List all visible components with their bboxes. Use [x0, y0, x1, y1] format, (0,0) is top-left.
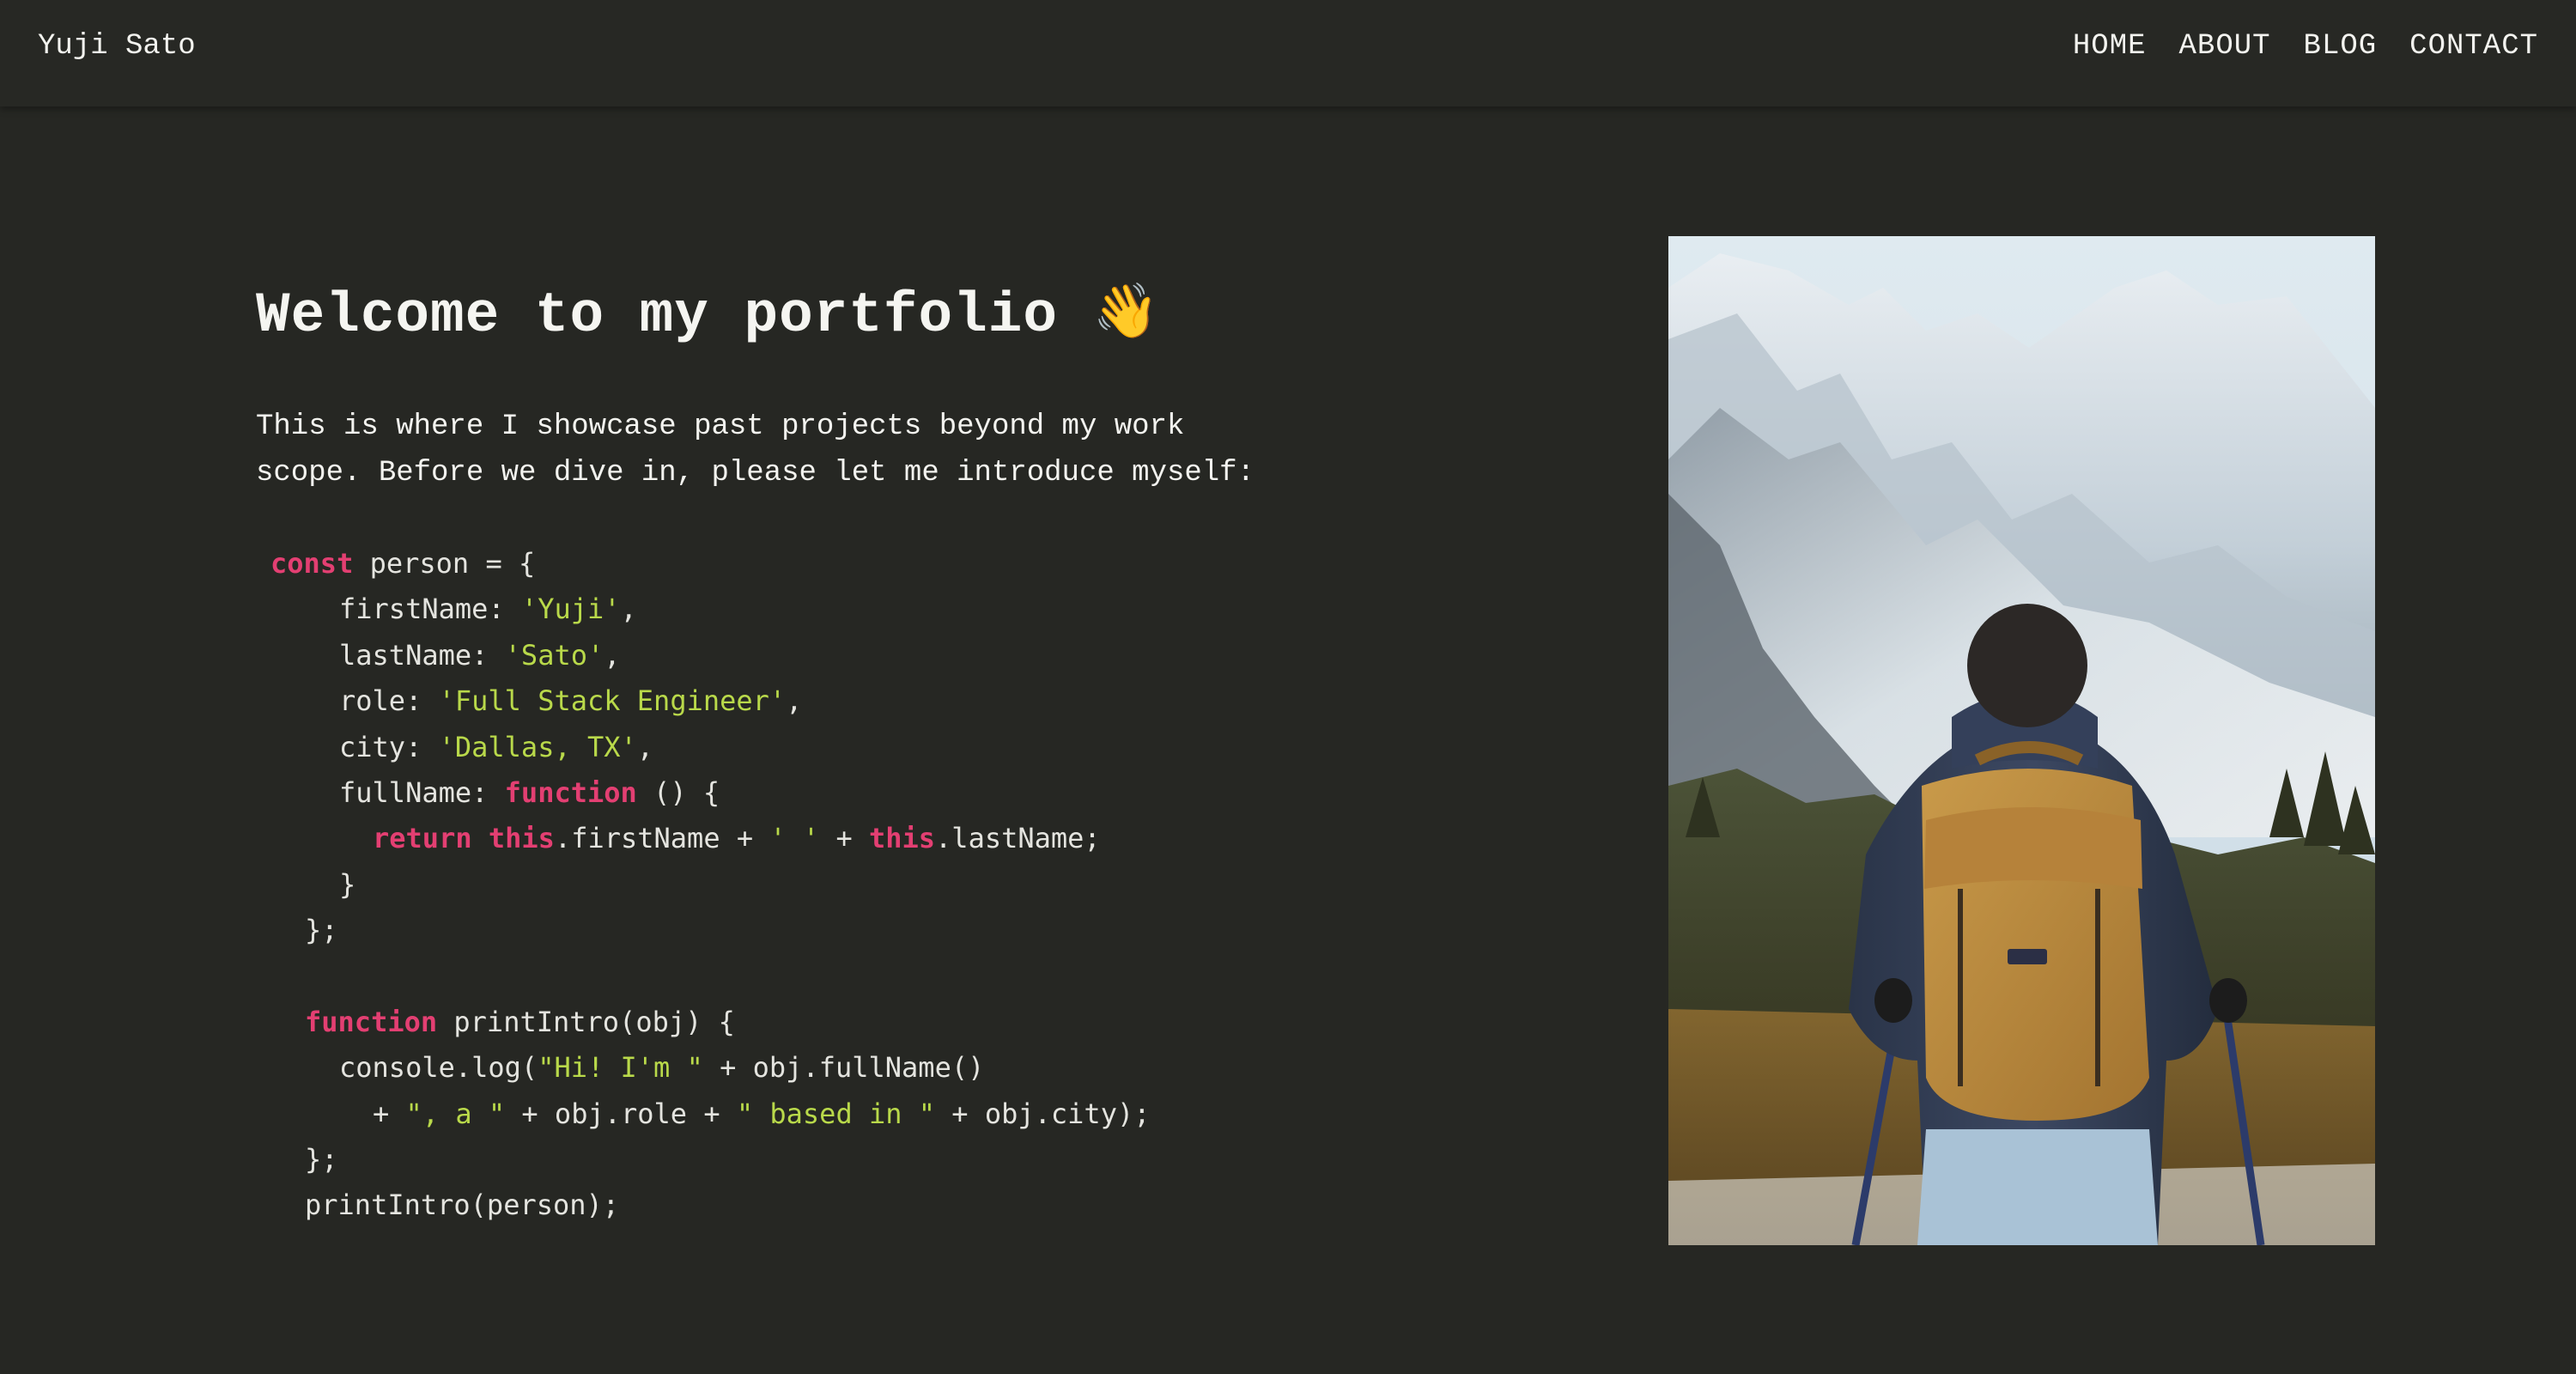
code-text: firstName:: [339, 593, 521, 626]
code-string: "Hi! I'm ": [538, 1051, 703, 1085]
code-line: };: [305, 1137, 1082, 1182]
code-keyword: function: [504, 775, 637, 809]
nav-link-contact[interactable]: CONTACT: [2409, 29, 2538, 64]
code-text: + obj.fullName(): [702, 1051, 985, 1085]
code-text: role:: [339, 684, 439, 718]
code-snippet: const person = { firstName: 'Yuji', last…: [256, 541, 1150, 1229]
code-text: + obj.role +: [505, 1097, 737, 1130]
code-string: 'Yuji': [520, 593, 621, 626]
code-text: console.log(: [339, 1051, 538, 1085]
code-text: };: [305, 1143, 338, 1176]
code-text: ,: [620, 593, 637, 626]
code-text: .lastName;: [935, 822, 1101, 855]
code-text: .firstName +: [554, 822, 770, 855]
code-line: lastName: 'Sato',: [339, 633, 1116, 678]
code-text: fullName:: [339, 775, 505, 809]
code-line: console.log("Hi! I'm " + obj.fullName(): [339, 1045, 1116, 1091]
code-keyword: function: [305, 1005, 438, 1038]
code-line: role: 'Full Stack Engineer',: [339, 678, 1116, 724]
brand-link[interactable]: Yuji Sato: [38, 29, 196, 64]
code-string: 'Sato': [504, 638, 605, 672]
code-keyword: this: [868, 822, 936, 855]
code-text: +: [373, 1097, 406, 1130]
code-text: }: [339, 867, 356, 901]
code-string: " based in ": [736, 1097, 936, 1130]
code-text: printIntro(obj) {: [437, 1005, 735, 1038]
code-text: +: [819, 822, 869, 855]
code-keyword: const: [270, 547, 354, 580]
code-line: printIntro(person);: [305, 1182, 1082, 1228]
code-text: ,: [786, 684, 803, 718]
intro-paragraph: This is where I showcase past projects b…: [256, 404, 1372, 496]
hiker-mountain-image: [1668, 236, 2375, 1245]
code-line: function printIntro(obj) {: [305, 1000, 1082, 1045]
code-text: ,: [604, 638, 621, 672]
code-text: lastName:: [339, 638, 505, 672]
code-text: };: [305, 914, 338, 947]
code-line: fullName: function () {: [339, 770, 1116, 816]
code-line: };: [305, 908, 1082, 953]
code-string: 'Full Stack Engineer': [438, 684, 787, 718]
nav-link-blog[interactable]: BLOG: [2304, 29, 2378, 64]
code-keyword: this: [488, 822, 555, 855]
nav-link-about[interactable]: ABOUT: [2179, 29, 2271, 64]
code-string: ' ': [769, 822, 820, 855]
code-line: city: 'Dallas, TX',: [339, 725, 1116, 770]
code-line: const person = {: [270, 541, 1048, 587]
code-text: () {: [636, 775, 720, 809]
hero-photo: [1668, 236, 2375, 1245]
intro-line-1: This is where I showcase past projects b…: [256, 410, 1185, 443]
code-keyword: return: [373, 822, 472, 855]
code-text: person = {: [353, 547, 536, 580]
waving-hand-icon: 👋: [1092, 279, 1160, 342]
code-string: ", a ": [405, 1097, 506, 1130]
nav-links: HOME ABOUT BLOG CONTACT: [2073, 29, 2538, 64]
page-title: Welcome to my portfolio 👋: [256, 277, 1160, 350]
code-text: ,: [636, 730, 654, 763]
intro-line-2: scope. Before we dive in, please let me …: [256, 457, 1255, 489]
code-text: city:: [339, 730, 439, 763]
code-line: firstName: 'Yuji',: [339, 587, 1116, 632]
code-line: return this.firstName + ' ' + this.lastN…: [373, 816, 1150, 861]
top-navbar: Yuji Sato HOME ABOUT BLOG CONTACT: [0, 0, 2576, 106]
code-text: printIntro(person);: [305, 1189, 620, 1222]
page-title-text: Welcome to my portfolio: [256, 283, 1058, 348]
nav-link-home[interactable]: HOME: [2073, 29, 2147, 64]
code-string: 'Dallas, TX': [438, 730, 637, 763]
code-text: + obj.city);: [935, 1097, 1151, 1130]
code-line: + ", a " + obj.role + " based in " + obj…: [373, 1091, 1150, 1137]
code-line: }: [339, 862, 1116, 908]
